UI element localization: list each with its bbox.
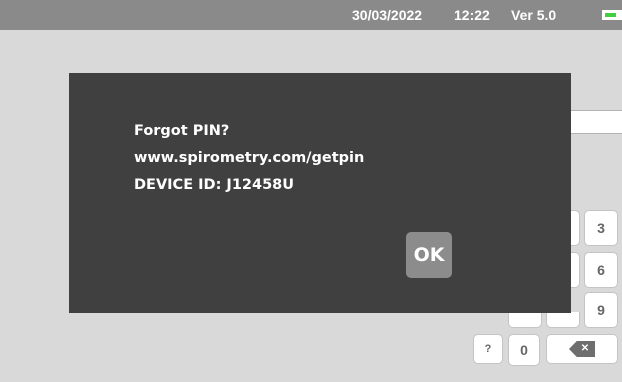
keypad-key-0[interactable]: 0 — [508, 334, 540, 366]
status-date: 30/03/2022 — [352, 7, 423, 23]
keypad-key-8[interactable] — [546, 312, 580, 328]
keypad-backspace-button[interactable]: ✕ — [546, 334, 618, 364]
dialog-title: Forgot PIN? — [134, 123, 230, 139]
keypad-key-6[interactable]: 6 — [584, 252, 618, 288]
dialog-device-id: DEVICE ID: J12458U — [134, 177, 295, 193]
battery-icon — [602, 10, 622, 20]
keypad-key-7[interactable] — [508, 312, 542, 328]
dialog-url: www.spirometry.com/getpin — [134, 150, 365, 166]
status-bar: 30/03/2022 12:22 Ver 5.0 — [0, 0, 622, 30]
forgot-pin-dialog: Forgot PIN? www.spirometry.com/getpin DE… — [69, 73, 571, 313]
keypad-key-3[interactable]: 3 — [584, 210, 618, 246]
keypad-key-9[interactable]: 9 — [584, 292, 618, 328]
status-version: Ver 5.0 — [511, 7, 557, 23]
battery-level — [605, 13, 616, 17]
backspace-icon: ✕ — [569, 341, 595, 357]
ok-button[interactable]: OK — [406, 232, 452, 278]
status-time: 12:22 — [454, 7, 490, 23]
keypad-help-button[interactable]: ? — [473, 334, 503, 364]
